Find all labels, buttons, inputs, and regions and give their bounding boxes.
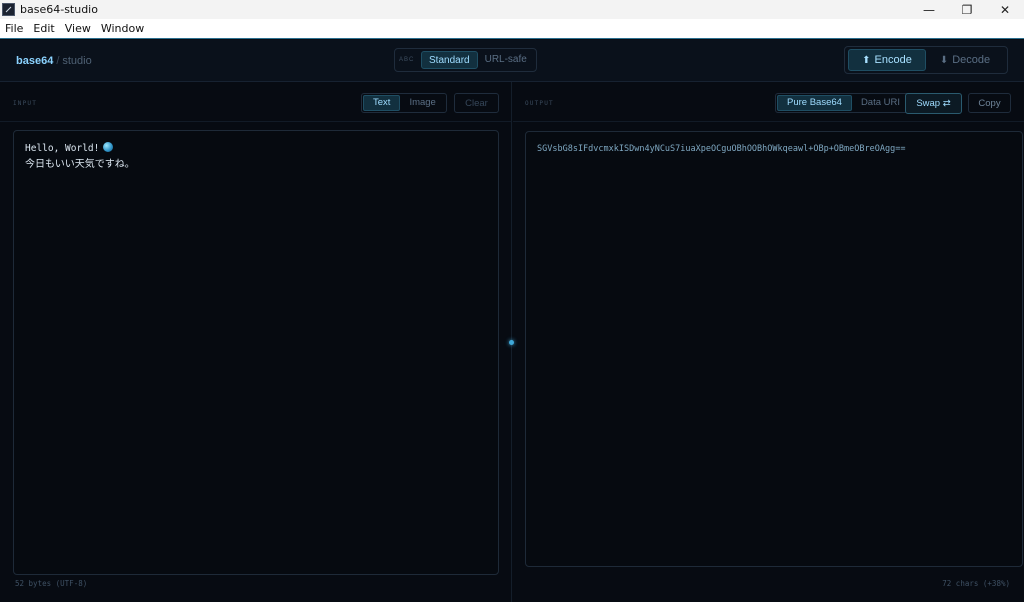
swap-button[interactable]: Swap ⇄ [905,93,962,114]
input-toolbar: INPUT Text Image Clear [0,82,511,122]
encode-button[interactable]: ⬆ Encode [848,49,926,71]
input-textarea[interactable]: Hello, World! 今日もいい天気ですね。 [13,130,499,575]
decode-label: Decode [952,54,991,66]
brand: base64/studio [16,55,92,67]
output-toolbar: OUTPUT Pure Base64 Data URI Swap ⇄ Copy [513,82,1024,122]
window-title: base64-studio [20,3,98,16]
menu-window[interactable]: Window [101,22,144,35]
input-line: 今日もいい天気ですね。 [25,159,135,170]
input-content: Hello, World! 今日もいい天気ですね。 [25,141,135,173]
output-panel: OUTPUT Pure Base64 Data URI Swap ⇄ Copy … [513,82,1024,602]
mode-selector: ⬆ Encode ⬇ Decode [844,46,1008,74]
arrow-up-icon: ⬆ [862,54,871,66]
output-format-tabs: Pure Base64 Data URI [775,93,912,113]
maximize-button[interactable]: ❐ [948,0,986,19]
variant-url-safe[interactable]: URL-safe [478,51,534,69]
menu-view[interactable]: View [65,22,91,35]
menu-bar: File Edit View Window [0,19,1024,39]
input-section-label: INPUT [13,100,38,107]
brand-subtitle: studio [62,55,92,67]
menu-edit[interactable]: Edit [33,22,54,35]
input-line: Hello, World! [25,141,135,157]
window-controls: — ❐ ✕ [910,0,1024,19]
app-header: base64/studio ABC Standard URL-safe ⬆ En… [0,40,1024,82]
clear-button[interactable]: Clear [454,93,499,113]
variant-standard[interactable]: Standard [421,51,478,69]
brand-separator: / [56,55,60,67]
output-textarea[interactable]: SGVsbG8sIFdvcmxkISDwn4yNCuS7iuaXpeOCguOB… [525,131,1023,567]
tab-pure-base64[interactable]: Pure Base64 [777,95,852,111]
menu-file[interactable]: File [5,22,23,35]
window-titlebar: base64-studio — ❐ ✕ [0,0,1024,19]
copy-button[interactable]: Copy [968,93,1011,113]
close-button[interactable]: ✕ [986,0,1024,19]
app-icon [2,3,15,16]
globe-emoji-icon [103,142,114,152]
output-content: SGVsbG8sIFdvcmxkISDwn4yNCuS7iuaXpeOCguOB… [537,144,906,154]
arrow-down-icon: ⬇ [939,54,949,66]
decode-button[interactable]: ⬇ Decode [926,49,1004,71]
tab-image[interactable]: Image [400,95,444,111]
variant-label: ABC [399,57,415,63]
variant-selector: ABC Standard URL-safe [394,48,537,72]
brand-name: base64 [16,55,54,67]
input-type-tabs: Text Image [361,93,447,113]
tab-data-uri[interactable]: Data URI [852,95,909,111]
output-status: 72 chars (+38%) [942,579,1010,588]
input-line-text: Hello, World! [25,143,100,154]
encode-label: Encode [874,54,912,66]
input-panel: INPUT Text Image Clear Hello, World! 今日も… [0,82,511,602]
tab-text[interactable]: Text [363,95,401,111]
input-status: 52 bytes (UTF-8) [15,579,88,588]
minimize-button[interactable]: — [910,0,948,19]
output-section-label: OUTPUT [525,100,554,107]
